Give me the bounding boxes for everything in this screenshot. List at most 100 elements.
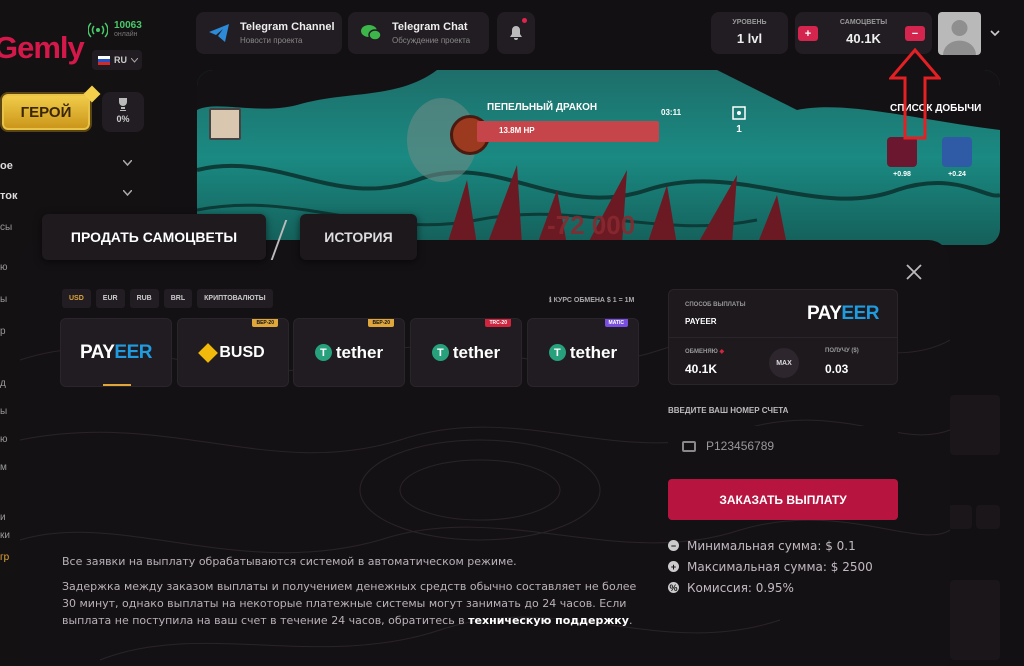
payeer-logo: PAYEER [80,341,152,363]
currency-tab-brl[interactable]: BRL [163,289,193,308]
withdraw-gems-button[interactable]: − [905,26,925,41]
list-view-button[interactable] [976,505,1000,529]
network-tag: BEP-20 [368,319,394,327]
network-tag: MATIC [604,319,628,327]
sidebar-stub[interactable]: ки [0,530,10,541]
info-delay: Задержка между заказом выплаты и получен… [62,580,637,627]
achievement-percent: 0% [116,114,130,124]
info-auto: Все заявки на выплату обрабатываются сис… [62,555,517,568]
account-input[interactable]: P123456789 [668,426,898,466]
exchange-rate-text: КУРС ОБМЕНА $ 1 = 1M [553,297,635,304]
currency-tab-eur[interactable]: EUR [95,289,125,308]
wallet-icon [682,440,696,452]
damage-number: -72 000 [547,210,636,240]
plus-circle-icon: + [668,561,679,572]
annotation-arrow-icon [889,48,941,140]
support-link[interactable]: техническую поддержку [468,614,629,627]
sidebar-item-1[interactable]: ое [0,160,132,172]
hero-button[interactable]: ГЕРОЙ [0,92,92,132]
sidebar-stub[interactable]: р [0,326,6,337]
payment-method-payeer[interactable]: PAYEER [60,318,172,387]
currency-tab-crypto[interactable]: КРИПТОВАЛЮТЫ [197,289,273,308]
online-label: онлайн [114,31,138,38]
tether-icon: T [314,344,332,361]
divider [669,337,897,338]
limit-fee: % Комиссия: 0.95% [668,580,794,595]
tab-sell-gems[interactable]: ПРОДАТЬ САМОЦВЕТЫ [42,214,266,260]
background-panel [950,395,1000,455]
chevron-down-icon [123,190,132,196]
exchange-value: 40.1K [685,362,718,376]
notifications-button[interactable] [497,12,535,54]
sidebar-stub[interactable]: сы [0,222,12,233]
telegram-channel-button[interactable]: Telegram Channel Новости проекта [196,12,342,54]
notification-dot [522,18,527,23]
chat-icon [361,25,382,41]
telegram-chat-title: Telegram Chat [392,21,468,33]
chevron-down-icon[interactable] [990,28,1000,38]
bell-icon [510,26,522,40]
sidebar-stub[interactable]: ю [0,262,8,273]
logo[interactable]: Gemly [0,30,85,66]
close-icon[interactable] [904,262,924,282]
add-gems-button[interactable]: + [798,26,818,41]
payment-method-busd[interactable]: BEP-20 BUSD [177,318,289,387]
boss-hp-text: 13.8M HP [499,126,535,135]
sidebar-stub[interactable]: гр [0,552,9,563]
telegram-channel-title: Telegram Channel [240,21,335,33]
sidebar-stub[interactable]: ю [0,434,8,445]
max-button[interactable]: MAX [769,348,799,378]
receive-value: 0.03 [825,362,849,376]
background-panel [950,580,1000,660]
avatar[interactable] [938,12,981,55]
telegram-icon [209,24,229,42]
tether-logo: Ttether [314,343,383,363]
currency-tabs: USD EUR RUB BRL КРИПТОВАЛЮТЫ [62,289,273,308]
online-counter: 10063 онлайн [88,20,142,40]
limits-list: − Минимальная сумма: $ 0.1 + Максимальная … [668,535,873,598]
sidebar-item-label: ток [0,190,18,202]
boss-thumbnail[interactable] [209,108,241,140]
currency-tab-rub[interactable]: RUB [129,289,159,308]
loot-item[interactable]: +0.98 [884,137,920,178]
busd-logo: BUSD [198,342,265,363]
loot-item[interactable]: +0.24 [939,137,975,178]
currency-tab-usd[interactable]: USD [62,289,91,308]
sidebar-item-2[interactable]: ток [0,190,132,202]
loot-value: +0.24 [948,171,966,178]
level-label: УРОВЕНЬ [732,19,767,26]
method-label: СПОСОБ ВЫПЛАТЫ [685,302,746,308]
sidebar-stub[interactable]: м [0,462,7,473]
broadcast-icon [88,22,108,38]
tether-logo: Ttether [548,343,617,363]
achievement-progress[interactable]: 0% [102,92,144,132]
chevron-down-icon [131,57,138,63]
sidebar-stub[interactable]: и [0,512,6,523]
sidebar-stub[interactable]: ы [0,406,7,417]
payment-method-tether-bep20[interactable]: BEP-20 Ttether [293,318,405,387]
order-payout-button[interactable]: ЗАКАЗАТЬ ВЫПЛАТУ [668,479,898,520]
boss-hp-bar: 13.8M HP [477,121,659,142]
payment-method-tether-trc20[interactable]: TRC-20 Ttether [410,318,522,387]
exchange-rate: ℹ КУРС ОБМЕНА $ 1 = 1M [549,296,634,304]
grid-view-button[interactable] [948,505,972,529]
target-count: 1 [736,124,742,135]
account-label: ВВЕДИТЕ ВАШ НОМЕР СЧЕТА [668,406,789,415]
payeer-logo: PAYEER [807,303,879,324]
tab-history[interactable]: ИСТОРИЯ [300,214,417,260]
payment-method-tether-matic[interactable]: MATIC Ttether [527,318,639,387]
tether-icon: T [548,344,566,361]
online-count: 10063 [114,20,142,31]
sidebar-stub[interactable]: ы [0,294,7,305]
telegram-chat-button[interactable]: Telegram Chat Обсуждение проекта [348,12,489,54]
receive-label: ПОЛУЧУ ($) [825,348,859,354]
language-select[interactable]: RU [92,50,142,70]
boss-name: ПЕПЕЛЬНЫЙ ДРАКОН [487,102,598,113]
sidebar-stub[interactable]: д [0,378,6,389]
user-icon [943,20,976,55]
boss-timer: 03:11 [661,108,682,117]
telegram-chat-subtitle: Обсуждение проекта [392,36,471,45]
target-counter[interactable]: 1 [724,105,754,145]
loot-crate-icon [942,137,972,167]
exchange-label: ОБМЕНЯЮ ◆ [685,349,725,355]
